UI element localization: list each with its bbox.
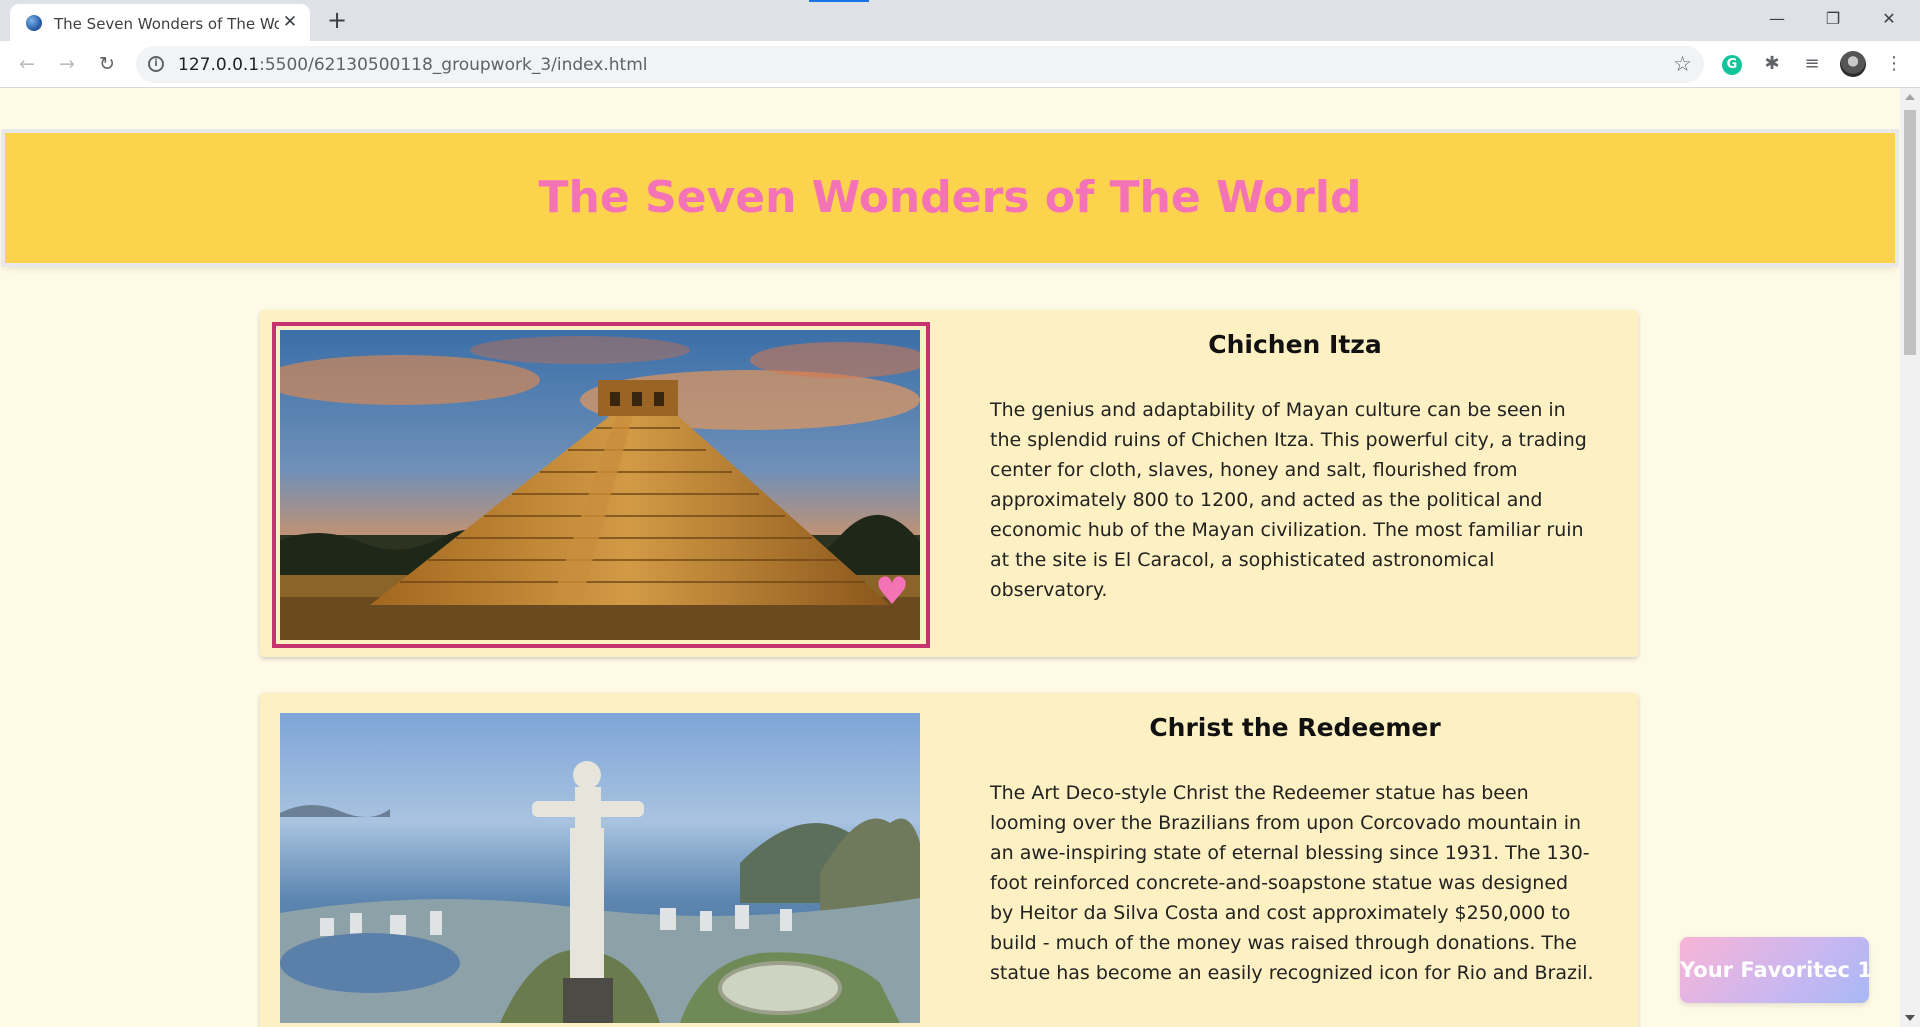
scroll-up-arrow-icon[interactable] [1905,94,1915,100]
vertical-scrollbar[interactable] [1900,88,1920,1027]
new-tab-button[interactable]: + [325,8,349,32]
forward-button[interactable]: → [54,51,80,77]
profile-avatar[interactable] [1840,51,1866,77]
puzzle-icon[interactable]: ✱ [1760,52,1784,76]
media-queue-icon[interactable]: ≡ [1800,52,1824,76]
tab-strip-accent [809,0,869,2]
favorite-heart-icon[interactable]: ♥ [875,572,909,610]
reload-button[interactable]: ↻ [94,51,120,77]
browser-tab[interactable]: The Seven Wonders of The World ✕ [10,4,310,41]
pyramid-illustration [280,330,920,640]
page-viewport: The Seven Wonders of The World ♥ Chichen… [0,88,1900,1027]
wonder-description: The Art Deco-style Christ the Redeemer s… [990,782,1594,984]
page-header: The Seven Wonders of The World [5,133,1895,263]
page-title: The Seven Wonders of The World [538,172,1362,223]
wonder-card-chichen-itza[interactable]: ♥ Chichen Itza The genius and adaptabili… [260,310,1638,657]
url-path: :5500/62130500118_groupwork_3/index.html [259,55,648,75]
chichen-itza-photo[interactable] [280,330,920,640]
restore-button[interactable]: ❐ [1810,4,1856,34]
wonder-title: Christ the Redeemer [1149,713,1441,742]
browser-toolbar: ← → ↻ i 127.0.0.1:5500/62130500118_group… [0,41,1920,88]
tab-title: The Seven Wonders of The World [54,15,279,33]
statue-illustration [280,713,920,1023]
close-window-button[interactable]: ✕ [1866,4,1912,34]
christ-the-redeemer-photo[interactable] [280,713,920,1023]
tab-strip: The Seven Wonders of The World ✕ + — ❐ ✕ [0,0,1920,41]
wonder-title: Chichen Itza [1208,330,1382,359]
scrollbar-thumb[interactable] [1904,110,1916,355]
wonder-description: The genius and adaptability of Mayan cul… [990,399,1587,601]
wonder-card-christ-the-redeemer[interactable]: Christ the Redeemer The Art Deco-style C… [260,693,1638,1027]
url-host: 127.0.0.1 [178,55,260,75]
back-button[interactable]: ← [14,51,40,77]
url-text[interactable]: 127.0.0.1:5500/62130500118_groupwork_3/i… [178,55,648,75]
bookmark-star-icon[interactable]: ☆ [1673,52,1692,76]
scroll-down-arrow-icon[interactable] [1905,1015,1915,1021]
tab-close-icon[interactable]: ✕ [280,12,300,32]
address-bar[interactable]: i 127.0.0.1:5500/62130500118_groupwork_3… [136,46,1704,83]
menu-kebab-icon[interactable]: ⋮ [1882,52,1906,76]
minimize-button[interactable]: — [1754,4,1800,34]
grammarly-icon[interactable]: G [1722,55,1742,75]
your-favorites-button[interactable]: Your Favoritec 1 [1680,937,1872,1003]
globe-favicon-icon [26,15,42,31]
site-info-icon[interactable]: i [148,56,164,72]
